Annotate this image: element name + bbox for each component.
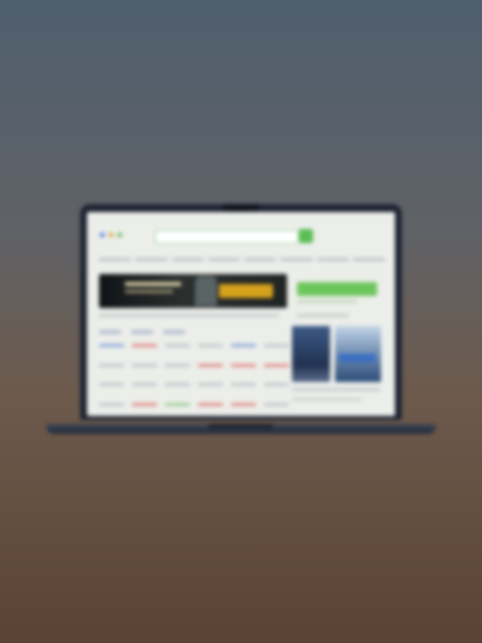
link-item[interactable] [132,402,157,406]
link-item[interactable] [99,344,124,347]
nav-item[interactable] [244,258,277,261]
search-button[interactable] [299,229,313,243]
link-item[interactable] [198,363,223,367]
sidebar-caption [292,398,362,401]
nav-item[interactable] [352,258,385,261]
laptop-screen: ● ● ● [87,212,395,416]
search-input[interactable] [155,230,299,244]
nav-item[interactable] [171,258,204,261]
link-item[interactable] [198,383,223,386]
link-item[interactable] [264,402,289,406]
link-item[interactable] [132,363,157,367]
poster-title-band [339,354,375,362]
link-item[interactable] [231,402,256,406]
logo-glyph: ● [116,229,123,241]
link-item[interactable] [264,363,289,367]
site-logo[interactable]: ● ● ● [99,228,123,242]
banner-figure [195,276,217,306]
sidebar-heading [297,314,349,317]
nav-item[interactable] [207,258,240,261]
laptop-base [46,424,436,434]
link-item[interactable] [165,383,190,386]
banner-subtext [125,290,173,293]
category-tabs [99,330,287,334]
nav-item[interactable] [135,258,168,261]
link-item[interactable] [264,344,289,347]
link-item[interactable] [198,344,223,347]
login-subtext [297,300,357,303]
nav-item[interactable] [316,258,349,261]
laptop-opening-groove [208,424,274,428]
category-tab[interactable] [99,330,121,334]
section-divider [99,314,279,317]
link-item[interactable] [165,363,190,367]
promo-banner[interactable] [99,274,287,308]
link-item[interactable] [198,402,223,406]
link-item[interactable] [231,383,256,386]
link-item[interactable] [99,383,124,386]
logo-glyph: ● [107,229,115,241]
link-item[interactable] [132,344,157,347]
link-item[interactable] [165,402,190,406]
link-item[interactable] [264,383,289,386]
camera-notch [223,204,259,212]
link-item[interactable] [132,383,157,386]
banner-cta-button[interactable] [219,284,273,298]
laptop-lid: ● ● ● [80,204,402,420]
blurred-scene: ● ● ● [0,0,482,643]
movie-poster[interactable] [335,326,381,382]
nav-item[interactable] [280,258,313,261]
link-item[interactable] [231,363,256,367]
login-button[interactable] [297,282,377,296]
link-item[interactable] [165,344,190,347]
link-grid [99,344,289,408]
banner-headline [125,282,181,286]
category-tab[interactable] [131,330,153,334]
category-tab[interactable] [163,330,185,334]
link-item[interactable] [99,363,124,367]
nav-item[interactable] [99,258,132,261]
top-navigation [99,258,385,264]
link-item[interactable] [231,344,256,347]
movie-poster[interactable] [292,326,330,382]
logo-glyph: ● [99,229,106,241]
sidebar-caption [292,388,380,391]
link-item[interactable] [99,402,124,406]
